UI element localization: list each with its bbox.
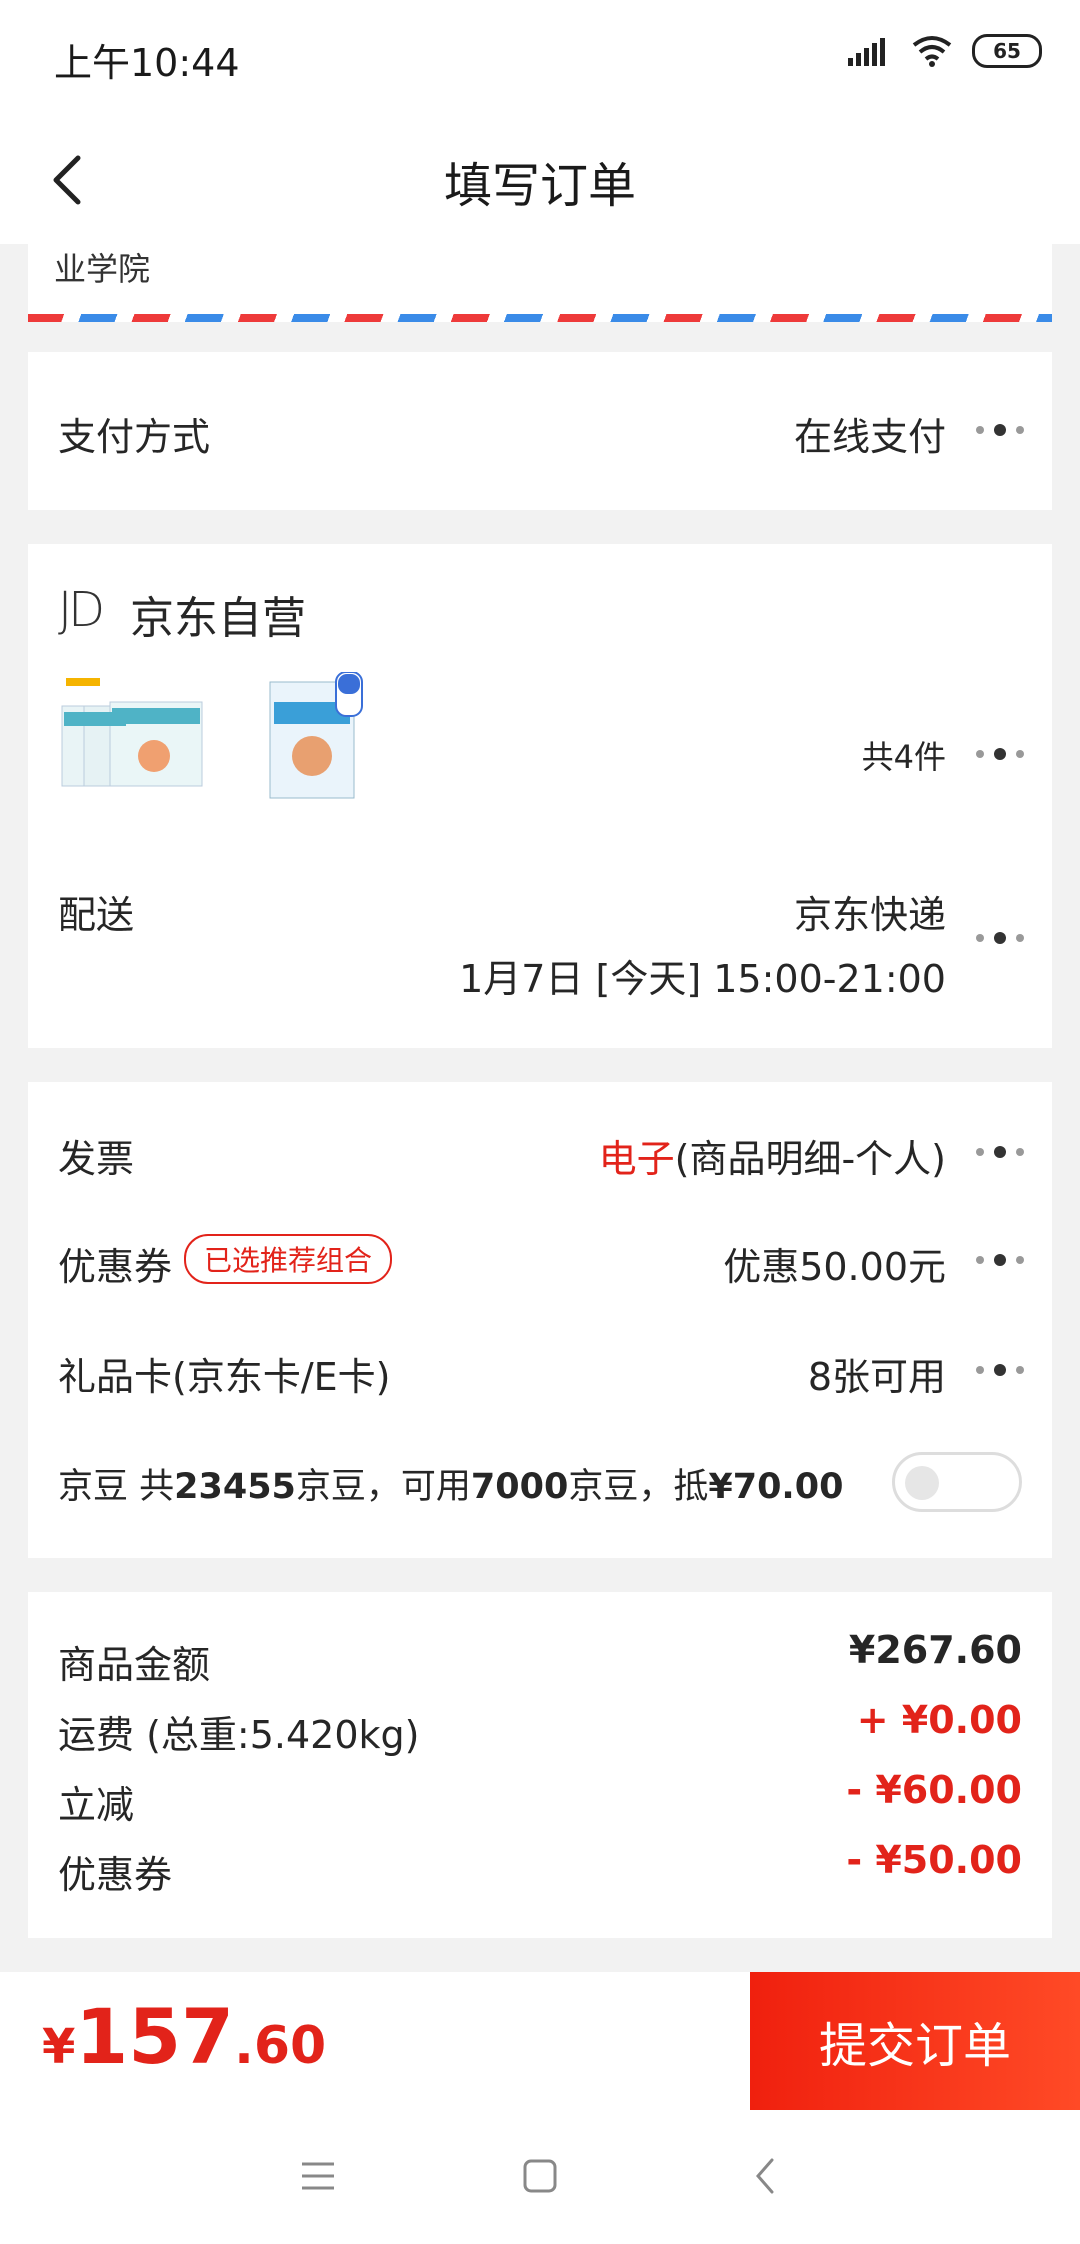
payment-label: 支付方式 [58, 415, 211, 459]
coupon-tag: 已选推荐组合 [184, 1234, 393, 1284]
battery-icon: 65 [972, 34, 1042, 68]
toggle-knob [905, 1466, 939, 1500]
jingdou-amount: ¥70.00 [708, 1467, 844, 1507]
signal-icon [848, 38, 885, 66]
invoice-value[interactable]: 电子(商品明细-个人) [599, 1128, 946, 1183]
status-bar: 上午10:44 65 [0, 0, 1080, 112]
summary-value: - ¥50.00 [846, 1838, 1022, 1882]
delivery-company[interactable]: 京东快递 [794, 884, 946, 939]
shop-name: 京东自营 [130, 593, 306, 644]
invoice-detail: (商品明细-个人) [674, 1137, 946, 1181]
home-button[interactable] [510, 2146, 570, 2206]
summary-value: ¥267.60 [848, 1628, 1022, 1672]
more-icon [976, 1364, 1026, 1376]
shop-card: JD 京东自营 共4件 配送 京东快递 1月7日 [今天] 15:00-21:0… [28, 544, 1052, 1048]
more-icon [976, 424, 1026, 436]
payment-value: 在线支付 [793, 415, 946, 459]
jingdou-text: 京豆 共23455京豆，可用7000京豆，抵¥70.00 [58, 1458, 843, 1509]
jingdou-post: 京豆，抵 [568, 1467, 709, 1507]
delivery-label: 配送 [58, 893, 135, 937]
delivery-time[interactable]: 1月7日 [今天] 15:00-21:00 [459, 948, 946, 1003]
system-nav-bar [0, 2110, 1080, 2244]
menu-button[interactable] [288, 2146, 348, 2206]
product-thumbnail[interactable] [228, 671, 378, 802]
more-icon [976, 748, 1026, 760]
total-int: 157 [75, 1992, 235, 2081]
more-icon [976, 1254, 1026, 1266]
system-back-button[interactable] [736, 2146, 796, 2206]
jingdou-mid: 京豆，可用 [295, 1467, 471, 1507]
jingdou-toggle[interactable] [892, 1452, 1022, 1512]
wipes-pack-image [269, 671, 363, 799]
airmail-border [28, 314, 1052, 322]
jingdou-usable: 7000 [470, 1467, 569, 1507]
checkout-bar: ¥157.60 提交订单 [0, 1972, 1080, 2110]
summary-label: 立减 [58, 1783, 135, 1827]
address-card[interactable]: 业学院 [28, 244, 1052, 322]
currency-symbol: ¥ [42, 2019, 76, 2075]
product-thumbnail[interactable] [58, 672, 208, 802]
summary-value: - ¥60.00 [846, 1768, 1022, 1812]
jd-logo: JD [58, 582, 105, 638]
summary-value: + ¥0.00 [856, 1698, 1022, 1742]
coupon-value[interactable]: 优惠50.00元 [723, 1236, 946, 1291]
status-time: 上午10:44 [54, 41, 240, 85]
giftcard-value[interactable]: 8张可用 [808, 1346, 946, 1401]
summary-label: 优惠券 [58, 1853, 173, 1897]
wifi-icon [912, 36, 952, 67]
address-text: 业学院 [54, 250, 151, 288]
total-dec: .60 [234, 2016, 327, 2076]
page-title: 填写订单 [443, 158, 636, 214]
invoice-label: 发票 [58, 1137, 135, 1181]
more-icon [976, 1146, 1026, 1158]
diaper-pack-image [61, 678, 203, 787]
invoice-type: 电子 [598, 1137, 675, 1181]
options-card: 发票 电子(商品明细-个人) 优惠券 已选推荐组合 优惠50.00元 礼品卡(京… [28, 1082, 1052, 1558]
payment-row[interactable]: 支付方式 在线支付 [28, 352, 1052, 510]
giftcard-label: 礼品卡(京东卡/E卡) [58, 1355, 391, 1399]
status-icons: 65 [848, 34, 1042, 68]
home-icon [523, 2159, 557, 2193]
coupon-label: 优惠券 [58, 1245, 173, 1289]
total-price: ¥157.60 [42, 1992, 326, 2081]
jingdou-total: 23455 [174, 1467, 296, 1507]
menu-icon [302, 2162, 334, 2190]
back-icon [756, 2158, 774, 2194]
summary-label: 商品金额 [58, 1643, 211, 1687]
summary-label: 运费 (总重:5.420kg) [58, 1713, 420, 1757]
more-icon [976, 932, 1026, 944]
item-count[interactable]: 共4件 [862, 732, 946, 778]
jingdou-pre: 京豆 共 [58, 1467, 175, 1507]
nav-bar: 填写订单 [0, 112, 1080, 244]
submit-order-button[interactable]: 提交订单 [750, 1972, 1080, 2110]
price-summary: 商品金额 ¥267.60 运费 (总重:5.420kg) + ¥0.00 立减 … [28, 1592, 1052, 1938]
